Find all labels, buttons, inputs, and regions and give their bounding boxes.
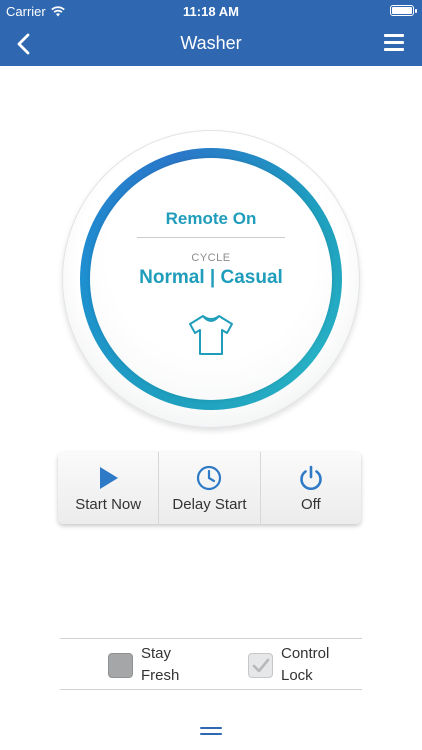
options-top-divider [60, 638, 362, 639]
delay-start-label: Delay Start [172, 496, 247, 513]
remote-status: Remote On [165, 209, 257, 228]
play-icon [100, 467, 119, 489]
dial-divider [137, 237, 285, 238]
control-lock-label: Control Lock [281, 645, 330, 684]
start-now-button[interactable]: Start Now [58, 452, 160, 524]
battery-icon [390, 5, 417, 16]
stay-fresh-option[interactable]: Stay Fresh [108, 645, 211, 685]
clock-icon [197, 465, 222, 491]
stay-fresh-checkbox[interactable] [108, 652, 133, 678]
off-button[interactable]: Off [261, 452, 361, 524]
drawer-handle-icon[interactable] [200, 727, 222, 739]
checkmark-icon [252, 658, 270, 672]
options-bottom-divider [60, 689, 362, 690]
status-bar: Carrier 11:18 AM [0, 0, 422, 22]
cycle-label: CYCLE [191, 252, 231, 264]
start-now-label: Start Now [75, 496, 142, 513]
cycle-value[interactable]: Normal | Casual [0, 267, 422, 289]
control-lock-checkbox[interactable] [248, 652, 273, 678]
shirt-icon [189, 315, 233, 355]
stay-fresh-label: Stay Fresh [141, 645, 180, 684]
control-button-group: Start Now Delay Start Off [58, 452, 361, 524]
control-lock-option[interactable]: Control Lock [248, 645, 351, 685]
power-icon [300, 465, 322, 490]
off-label: Off [300, 496, 321, 513]
hamburger-icon[interactable] [384, 34, 404, 52]
delay-start-button[interactable]: Delay Start [159, 452, 261, 524]
nav-bar: Washer [0, 22, 422, 66]
page-title: Washer [180, 33, 242, 53]
status-time: 11:18 AM [183, 4, 239, 19]
